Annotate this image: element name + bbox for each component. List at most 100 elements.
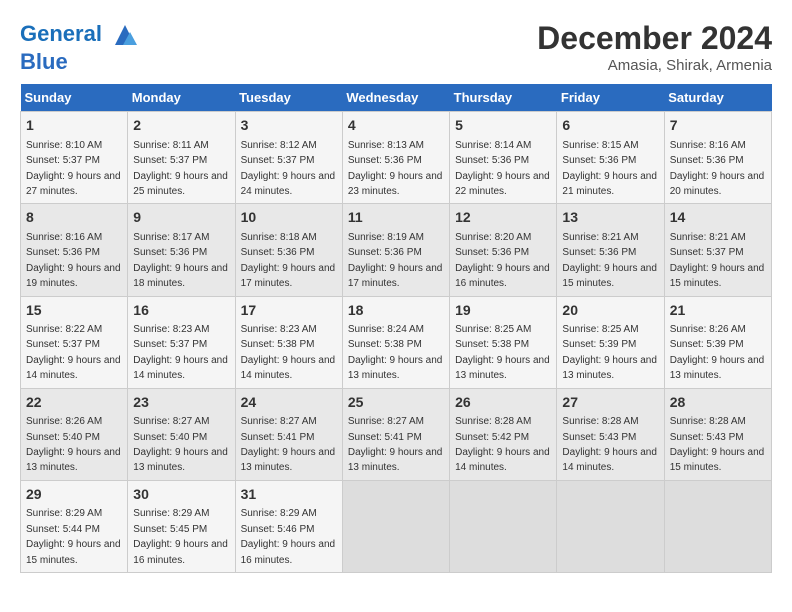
day-sunrise: Sunrise: 8:28 AM [455,416,531,427]
day-sunrise: Sunrise: 8:21 AM [670,232,746,243]
day-sunset: Sunset: 5:37 PM [26,155,100,166]
calendar-day: 4 Sunrise: 8:13 AM Sunset: 5:36 PM Dayli… [342,112,449,204]
day-sunrise: Sunrise: 8:14 AM [455,140,531,151]
calendar-week-row: 8 Sunrise: 8:16 AM Sunset: 5:36 PM Dayli… [21,204,772,296]
day-daylight: Daylight: 9 hours and 15 minutes. [670,447,765,473]
calendar-day: 26 Sunrise: 8:28 AM Sunset: 5:42 PM Dayl… [450,388,557,480]
day-daylight: Daylight: 9 hours and 13 minutes. [241,447,336,473]
col-saturday: Saturday [664,84,771,112]
day-daylight: Daylight: 9 hours and 20 minutes. [670,171,765,197]
day-sunrise: Sunrise: 8:26 AM [670,324,746,335]
day-daylight: Daylight: 9 hours and 27 minutes. [26,171,121,197]
day-number: 8 [26,208,122,228]
day-sunset: Sunset: 5:37 PM [133,339,207,350]
day-number: 7 [670,116,766,136]
day-sunrise: Sunrise: 8:16 AM [26,232,102,243]
day-sunrise: Sunrise: 8:10 AM [26,140,102,151]
day-daylight: Daylight: 9 hours and 16 minutes. [241,539,336,565]
day-daylight: Daylight: 9 hours and 19 minutes. [26,263,121,289]
day-daylight: Daylight: 9 hours and 25 minutes. [133,171,228,197]
day-number: 5 [455,116,551,136]
day-sunrise: Sunrise: 8:22 AM [26,324,102,335]
day-sunset: Sunset: 5:37 PM [241,155,315,166]
col-sunday: Sunday [21,84,128,112]
calendar-day: 1 Sunrise: 8:10 AM Sunset: 5:37 PM Dayli… [21,112,128,204]
day-number: 10 [241,208,337,228]
day-number: 23 [133,393,229,413]
calendar-empty-day [664,480,771,572]
day-sunset: Sunset: 5:43 PM [562,432,636,443]
logo-blue: Blue [20,49,68,74]
calendar-day: 15 Sunrise: 8:22 AM Sunset: 5:37 PM Dayl… [21,296,128,388]
day-sunrise: Sunrise: 8:29 AM [26,508,102,519]
day-daylight: Daylight: 9 hours and 13 minutes. [670,355,765,381]
day-sunrise: Sunrise: 8:20 AM [455,232,531,243]
day-daylight: Daylight: 9 hours and 21 minutes. [562,171,657,197]
calendar-day: 18 Sunrise: 8:24 AM Sunset: 5:38 PM Dayl… [342,296,449,388]
col-friday: Friday [557,84,664,112]
calendar-day: 24 Sunrise: 8:27 AM Sunset: 5:41 PM Dayl… [235,388,342,480]
day-sunrise: Sunrise: 8:17 AM [133,232,209,243]
calendar-day: 31 Sunrise: 8:29 AM Sunset: 5:46 PM Dayl… [235,480,342,572]
calendar-day: 30 Sunrise: 8:29 AM Sunset: 5:45 PM Dayl… [128,480,235,572]
calendar-day: 21 Sunrise: 8:26 AM Sunset: 5:39 PM Dayl… [664,296,771,388]
day-sunrise: Sunrise: 8:29 AM [241,508,317,519]
day-sunrise: Sunrise: 8:11 AM [133,140,208,151]
day-sunrise: Sunrise: 8:18 AM [241,232,317,243]
day-sunrise: Sunrise: 8:25 AM [455,324,531,335]
day-sunrise: Sunrise: 8:13 AM [348,140,424,151]
logo: General Blue [20,20,140,74]
calendar-day: 20 Sunrise: 8:25 AM Sunset: 5:39 PM Dayl… [557,296,664,388]
day-sunrise: Sunrise: 8:27 AM [348,416,424,427]
day-sunrise: Sunrise: 8:28 AM [670,416,746,427]
day-number: 15 [26,301,122,321]
day-sunset: Sunset: 5:36 PM [562,155,636,166]
day-sunrise: Sunrise: 8:29 AM [133,508,209,519]
day-number: 29 [26,485,122,505]
day-number: 26 [455,393,551,413]
calendar-day: 12 Sunrise: 8:20 AM Sunset: 5:36 PM Dayl… [450,204,557,296]
day-sunset: Sunset: 5:36 PM [670,155,744,166]
calendar-day: 28 Sunrise: 8:28 AM Sunset: 5:43 PM Dayl… [664,388,771,480]
day-number: 19 [455,301,551,321]
day-number: 22 [26,393,122,413]
day-sunset: Sunset: 5:36 PM [348,155,422,166]
calendar-day: 23 Sunrise: 8:27 AM Sunset: 5:40 PM Dayl… [128,388,235,480]
day-sunrise: Sunrise: 8:23 AM [241,324,317,335]
calendar-day: 5 Sunrise: 8:14 AM Sunset: 5:36 PM Dayli… [450,112,557,204]
day-number: 27 [562,393,658,413]
day-daylight: Daylight: 9 hours and 15 minutes. [26,539,121,565]
day-sunset: Sunset: 5:37 PM [26,339,100,350]
day-number: 12 [455,208,551,228]
day-daylight: Daylight: 9 hours and 16 minutes. [133,539,228,565]
day-number: 18 [348,301,444,321]
day-sunset: Sunset: 5:41 PM [348,432,422,443]
day-sunset: Sunset: 5:36 PM [241,247,315,258]
calendar-day: 25 Sunrise: 8:27 AM Sunset: 5:41 PM Dayl… [342,388,449,480]
day-number: 21 [670,301,766,321]
day-sunrise: Sunrise: 8:28 AM [562,416,638,427]
day-sunrise: Sunrise: 8:25 AM [562,324,638,335]
day-sunset: Sunset: 5:36 PM [455,247,529,258]
day-daylight: Daylight: 9 hours and 14 minutes. [241,355,336,381]
day-number: 14 [670,208,766,228]
calendar-day: 19 Sunrise: 8:25 AM Sunset: 5:38 PM Dayl… [450,296,557,388]
logo-icon [110,20,140,50]
day-number: 25 [348,393,444,413]
calendar-empty-day [342,480,449,572]
day-number: 6 [562,116,658,136]
day-daylight: Daylight: 9 hours and 14 minutes. [26,355,121,381]
calendar-empty-day [557,480,664,572]
calendar-day: 14 Sunrise: 8:21 AM Sunset: 5:37 PM Dayl… [664,204,771,296]
day-number: 9 [133,208,229,228]
day-daylight: Daylight: 9 hours and 14 minutes. [455,447,550,473]
day-number: 13 [562,208,658,228]
day-number: 17 [241,301,337,321]
day-number: 3 [241,116,337,136]
col-tuesday: Tuesday [235,84,342,112]
calendar-day: 11 Sunrise: 8:19 AM Sunset: 5:36 PM Dayl… [342,204,449,296]
day-sunset: Sunset: 5:36 PM [133,247,207,258]
calendar-day: 3 Sunrise: 8:12 AM Sunset: 5:37 PM Dayli… [235,112,342,204]
calendar-day: 13 Sunrise: 8:21 AM Sunset: 5:36 PM Dayl… [557,204,664,296]
day-daylight: Daylight: 9 hours and 14 minutes. [562,447,657,473]
